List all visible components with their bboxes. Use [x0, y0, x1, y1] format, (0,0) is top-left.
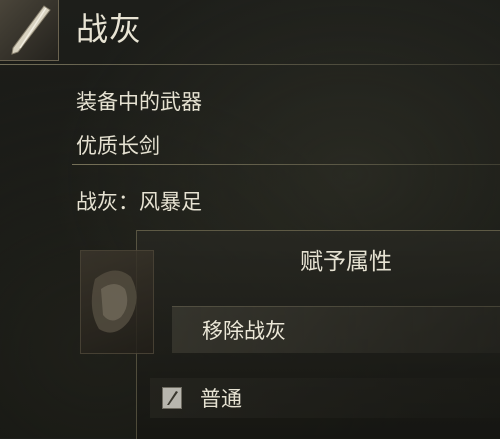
header-divider — [0, 64, 500, 65]
ash-of-war-icon — [80, 250, 154, 354]
page-title: 战灰 — [76, 10, 143, 48]
remove-ash-of-war-option[interactable]: 移除战灰 — [172, 306, 500, 353]
weapon-divider — [72, 164, 500, 165]
remove-ash-of-war-label: 移除战灰 — [202, 319, 286, 343]
menu-heading: 赋予属性 — [300, 249, 392, 275]
equipped-weapon-label: 装备中的武器 — [76, 90, 202, 114]
normal-affinity-option[interactable]: 普通 — [150, 378, 500, 418]
weapon-name: 优质长剑 — [76, 134, 160, 158]
ash-of-war-label: 战灰：风暴足 — [76, 190, 202, 214]
sword-icon — [0, 0, 59, 61]
normal-affinity-icon — [162, 387, 182, 409]
normal-affinity-label: 普通 — [200, 387, 242, 411]
